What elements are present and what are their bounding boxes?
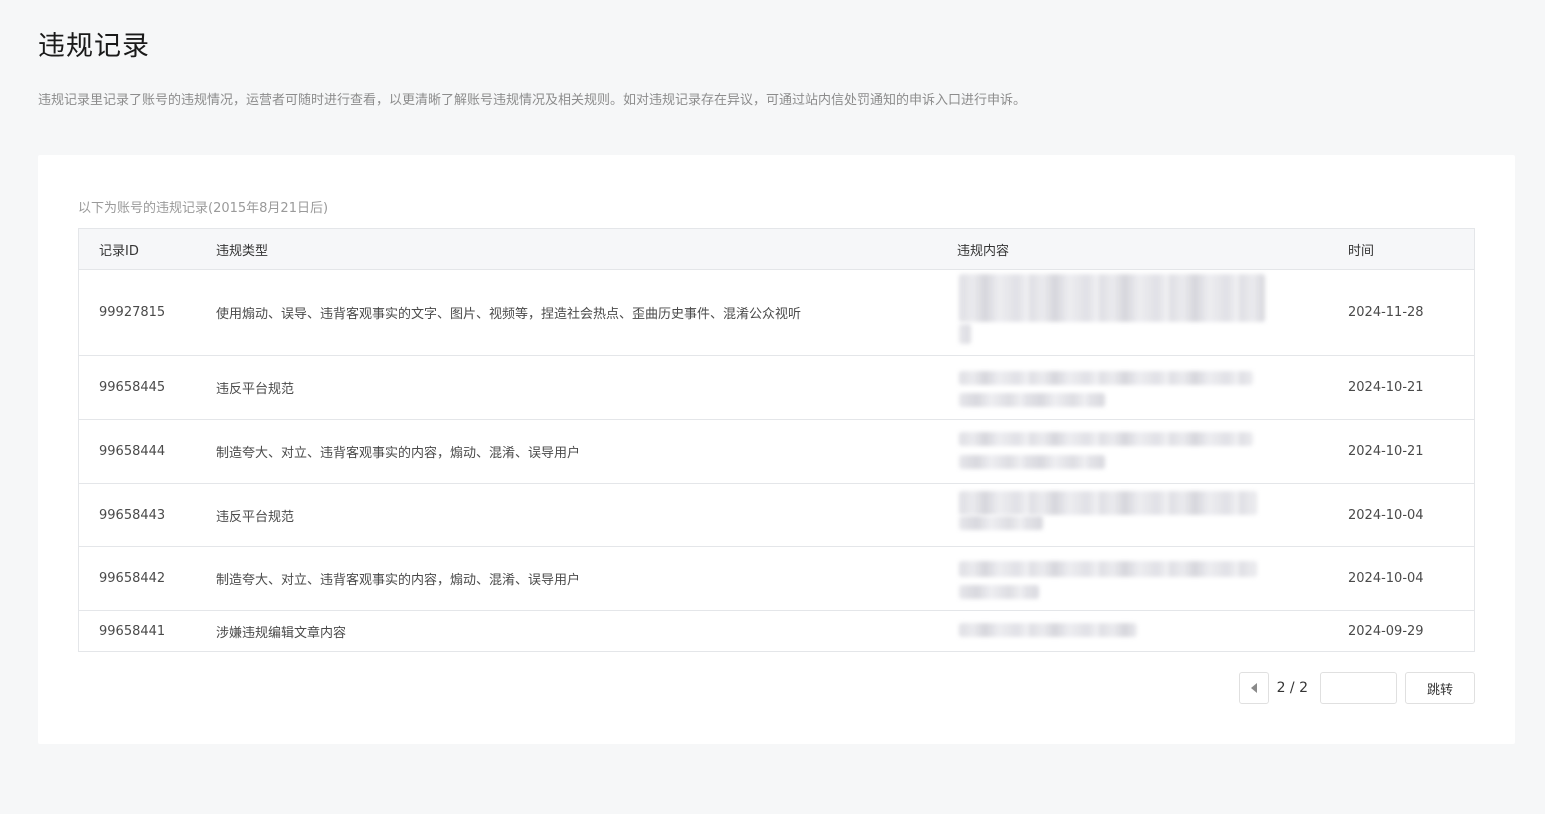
violation-time: 2024-09-29 <box>1348 623 1424 639</box>
violation-type: 制造夸大、对立、违背客观事实的内容，煽动、混淆、误导用户 <box>216 573 581 588</box>
table-row: 99658443 违反平台规范 2024-10-04 <box>79 484 1474 547</box>
column-header-time: 时间 <box>1348 243 1375 259</box>
record-id: 99658444 <box>99 444 166 459</box>
table-row: 99658441 涉嫌违规编辑文章内容 2024-09-29 <box>79 611 1474 651</box>
violation-time: 2024-10-04 <box>1348 507 1424 523</box>
blurred-content-line <box>959 432 1253 446</box>
violation-time: 2024-10-04 <box>1348 571 1424 586</box>
violation-content-blurred <box>957 356 1348 419</box>
blurred-content-line <box>959 455 1105 469</box>
violation-type: 使用煽动、误导、违背客观事实的文字、图片、视频等，捏造社会热点、歪曲历史事件、混… <box>216 307 802 322</box>
table-row: 99658442 制造夸大、对立、违背客观事实的内容，煽动、混淆、误导用户 20… <box>79 547 1474 611</box>
violation-type: 涉嫌违规编辑文章内容 <box>216 625 347 641</box>
table-header: 记录ID 违规类型 违规内容 时间 <box>79 229 1474 270</box>
violation-type: 违反平台规范 <box>216 382 295 397</box>
blurred-content-line <box>959 585 1039 599</box>
column-header-type: 违规类型 <box>216 243 269 259</box>
blurred-content-line <box>959 516 1043 530</box>
page-description: 违规记录里记录了账号的违规情况，运营者可随时进行查看，以更清晰了解账号违规情况及… <box>38 93 1027 108</box>
jump-button[interactable]: 跳转 <box>1405 672 1475 704</box>
records-note: 以下为账号的违规记录(2015年8月21日后) <box>78 201 329 216</box>
table-row: 99658445 违反平台规范 2024-10-21 <box>79 356 1474 420</box>
violation-time: 2024-10-21 <box>1348 444 1424 459</box>
record-id: 99927815 <box>99 305 166 320</box>
column-header-content: 违规内容 <box>957 243 1010 259</box>
violation-time: 2024-10-21 <box>1348 380 1424 395</box>
caret-left-icon <box>1250 683 1257 693</box>
record-id: 99658445 <box>99 380 166 395</box>
blurred-content-line <box>959 393 1105 407</box>
blurred-content-line <box>959 623 1137 637</box>
page-jump-input[interactable] <box>1320 672 1397 704</box>
record-id: 99658442 <box>99 571 166 586</box>
page-indicator: 2 / 2 <box>1276 680 1308 696</box>
table-row: 99927815 使用煽动、误导、违背客观事实的文字、图片、视频等，捏造社会热点… <box>79 270 1474 356</box>
column-header-id: 记录ID <box>99 243 139 259</box>
page-title: 违规记录 <box>38 31 150 62</box>
violation-content-blurred <box>957 547 1348 610</box>
blurred-content-line <box>959 561 1257 577</box>
record-id: 99658443 <box>99 507 166 523</box>
violation-type: 制造夸大、对立、违背客观事实的内容，煽动、混淆、误导用户 <box>216 446 581 461</box>
record-id: 99658441 <box>99 623 166 639</box>
pagination: 2 / 2 跳转 <box>1238 672 1475 704</box>
violation-type: 违反平台规范 <box>216 509 295 525</box>
violation-time: 2024-11-28 <box>1348 305 1424 320</box>
prev-page-button[interactable] <box>1238 672 1269 704</box>
blurred-content-line <box>959 274 1265 322</box>
blurred-content-line <box>959 371 1253 385</box>
violation-table: 记录ID 违规类型 违规内容 时间 99927815 使用煽动、误导、违背客观事… <box>78 228 1475 652</box>
blurred-content-line <box>959 491 1257 515</box>
table-row: 99658444 制造夸大、对立、违背客观事实的内容，煽动、混淆、误导用户 20… <box>79 420 1474 484</box>
violation-content-blurred <box>957 611 1348 651</box>
violation-content-blurred <box>957 484 1348 546</box>
violation-content-blurred <box>957 270 1348 355</box>
blurred-content-line <box>959 324 971 344</box>
violation-content-blurred <box>957 420 1348 483</box>
records-card: 以下为账号的违规记录(2015年8月21日后) 记录ID 违规类型 违规内容 时… <box>38 155 1515 744</box>
